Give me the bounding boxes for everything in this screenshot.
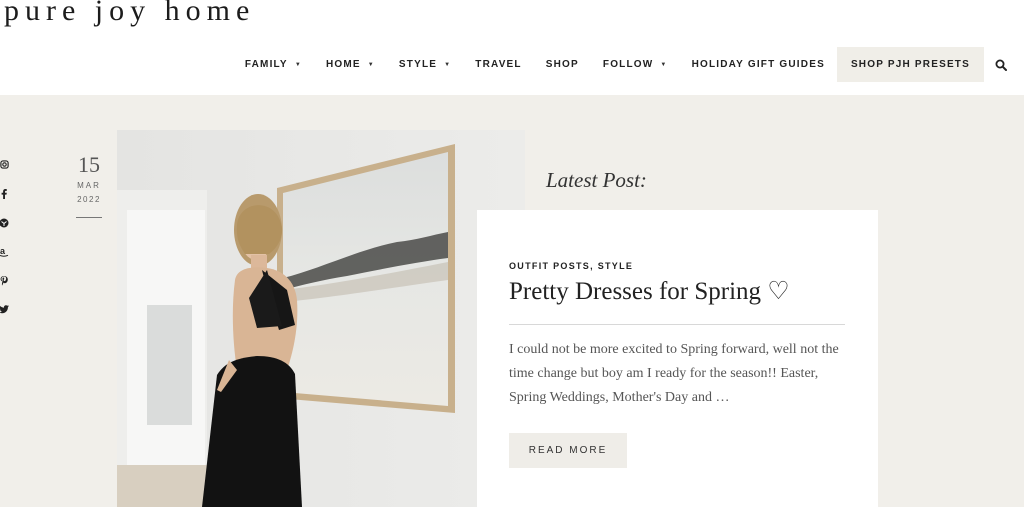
facebook-icon[interactable] <box>0 179 10 208</box>
chevron-down-icon: ▼ <box>294 61 302 68</box>
nav-item-label: FAMILY <box>244 59 288 70</box>
svg-text:a: a <box>0 246 6 256</box>
post-categories[interactable]: OUTFIT POSTS, STYLE <box>509 261 633 271</box>
nav-item-label: FOLLOW <box>602 59 654 70</box>
post-date-day: 15 <box>78 152 100 177</box>
featured-post-image[interactable] <box>117 130 525 507</box>
nav-item-family[interactable]: FAMILY ▼ <box>233 47 314 82</box>
nav-item-follow[interactable]: FOLLOW ▼ <box>591 47 680 82</box>
post-date-year: 2022 <box>77 195 101 204</box>
nav-item-label: TRAVEL <box>475 59 522 70</box>
chevron-down-icon: ▼ <box>660 61 668 68</box>
chevron-down-icon: ▼ <box>444 61 452 68</box>
nav-item-home[interactable]: HOME ▼ <box>314 47 387 82</box>
title-divider <box>509 324 845 325</box>
read-more-button[interactable]: READ MORE <box>509 433 627 468</box>
social-links: a <box>0 150 10 324</box>
nav-item-style[interactable]: STYLE ▼ <box>387 47 463 82</box>
nav-item-shop-presets[interactable]: SHOP PJH PRESETS <box>836 47 984 82</box>
pinterest-icon[interactable] <box>0 266 10 295</box>
post-date-month: MAR <box>77 181 101 190</box>
twitter-icon[interactable] <box>0 295 10 324</box>
main-nav: FAMILY ▼ HOME ▼ STYLE ▼ TRAVEL SHOP FOLL… <box>233 47 1010 82</box>
nav-item-shop[interactable]: SHOP <box>534 47 591 82</box>
post-date: 15 MAR 2022 <box>74 152 104 218</box>
date-divider <box>76 217 102 218</box>
amazon-icon[interactable]: a <box>0 237 10 266</box>
site-logo[interactable]: pure joy home <box>4 0 255 28</box>
nav-item-label: HOLIDAY GIFT GUIDES <box>691 59 825 70</box>
nav-item-holiday-gift-guides[interactable]: HOLIDAY GIFT GUIDES <box>680 47 837 82</box>
latest-post-label: Latest Post: <box>546 168 647 192</box>
nav-item-label: SHOP <box>545 59 579 70</box>
post-title[interactable]: Pretty Dresses for Spring ♡ <box>509 276 790 306</box>
site-header: pure joy home FAMILY ▼ HOME ▼ STYLE ▼ TR… <box>0 0 1024 95</box>
nav-item-label: HOME <box>325 59 361 70</box>
nav-item-label: SHOP PJH PRESETS <box>850 59 970 70</box>
nav-item-label: STYLE <box>398 59 438 70</box>
nav-item-travel[interactable]: TRAVEL <box>463 47 533 82</box>
post-excerpt: I could not be more excited to Spring fo… <box>509 342 839 405</box>
bloglovin-icon[interactable] <box>0 208 10 237</box>
chevron-down-icon: ▼ <box>367 61 375 68</box>
post-card: OUTFIT POSTS, STYLE Pretty Dresses for S… <box>477 210 878 507</box>
instagram-icon[interactable] <box>0 150 10 179</box>
search-icon[interactable] <box>992 47 1010 82</box>
